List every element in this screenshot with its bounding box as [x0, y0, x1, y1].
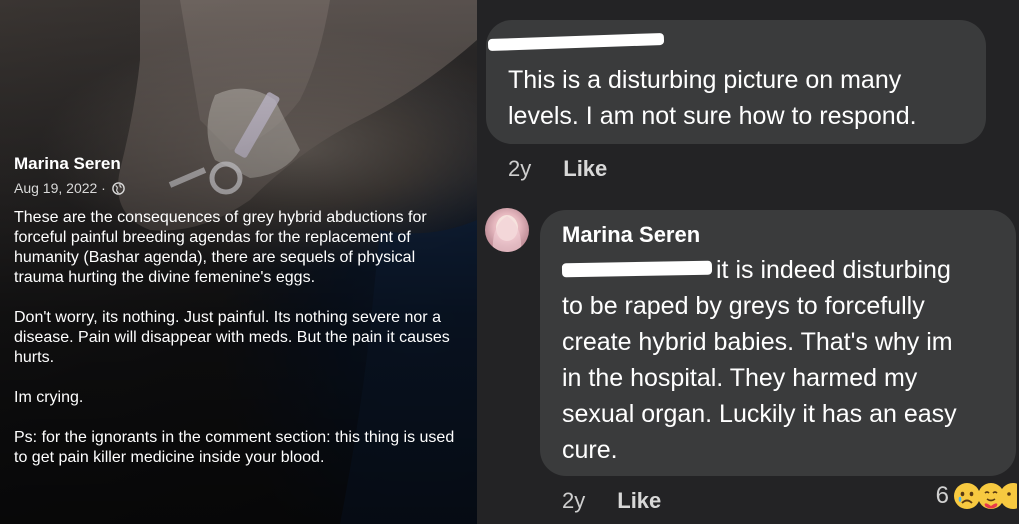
like-button[interactable]: Like: [563, 156, 607, 182]
post-paragraph: Ps: for the ignorants in the comment sec…: [14, 429, 455, 466]
comment-actions: 2y Like: [508, 156, 607, 182]
comment-age[interactable]: 2y: [508, 156, 531, 182]
comment-bubble: Marina Seren it is indeed disturbing to …: [540, 210, 1016, 476]
like-button[interactable]: Like: [617, 488, 661, 514]
comment-author-name[interactable]: Marina Seren: [562, 222, 700, 248]
comment-text-line: sexual organ. Luckily it has an easy: [562, 400, 957, 428]
post-body: These are the consequences of grey hybri…: [14, 208, 462, 488]
globe-icon: [112, 181, 125, 195]
comment-text-line: it is indeed disturbing: [716, 256, 951, 284]
extra-reaction-icon: [999, 482, 1017, 510]
redacted-mention: [561, 260, 713, 278]
post-meta: Aug 19, 2022 ·: [14, 180, 125, 196]
comment-bubble: This is a disturbing picture on many lev…: [486, 20, 986, 144]
post-panel: Marina Seren Aug 19, 2022 · These are th…: [0, 0, 477, 524]
avatar[interactable]: [485, 208, 529, 252]
reaction-summary[interactable]: 6: [936, 482, 1017, 510]
comment-actions: 2y Like: [562, 488, 661, 514]
comments-panel: This is a disturbing picture on many lev…: [477, 0, 1019, 524]
reaction-count: 6: [935, 482, 949, 509]
comment-age[interactable]: 2y: [562, 488, 585, 514]
post-author-name[interactable]: Marina Seren: [14, 154, 121, 174]
comment-text-line: This is a disturbing picture on many: [508, 66, 902, 94]
comment-text-line: in the hospital. They harmed my: [562, 364, 918, 392]
post-date[interactable]: Aug 19, 2022 ·: [14, 180, 106, 196]
comment-text-line: levels. I am not sure how to respond.: [508, 102, 917, 130]
post-paragraph: Don't worry, its nothing. Just painful. …: [14, 309, 450, 366]
comment-text-line: to be raped by greys to forcefully: [562, 292, 925, 320]
comment-text-line: cure.: [562, 436, 618, 464]
comment-text-line: create hybrid babies. That's why im: [562, 328, 953, 356]
post-paragraph: Im crying.: [14, 389, 84, 406]
redacted-author-name: [487, 32, 665, 52]
post-paragraph: These are the consequences of grey hybri…: [14, 209, 427, 286]
